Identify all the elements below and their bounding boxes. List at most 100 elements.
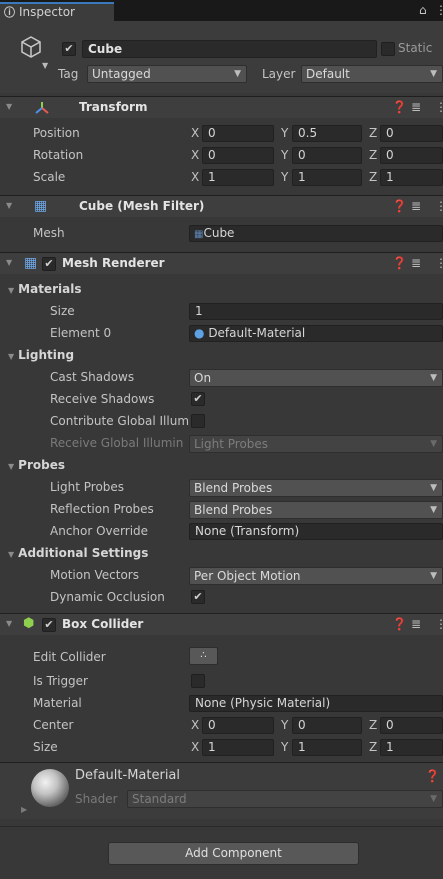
foldout-arrow-icon[interactable]: ▼ bbox=[6, 201, 12, 210]
help-icon[interactable]: ❓ bbox=[392, 100, 407, 114]
foldout-arrow-icon[interactable]: ▼ bbox=[6, 102, 12, 111]
light-probes-dropdown[interactable]: Blend Probes ▼ bbox=[189, 479, 443, 497]
cast-shadows-label: Cast Shadows bbox=[50, 370, 135, 384]
transform-header[interactable]: ▼ Transform ❓ ≣ ⋮ bbox=[0, 96, 443, 118]
icon-dropdown-arrow-icon[interactable]: ▼ bbox=[42, 61, 48, 70]
help-icon[interactable]: ❓ bbox=[392, 199, 407, 213]
box-collider-header[interactable]: ▼ ⬢ ✔ Box Collider ❓ ≣ ⋮ bbox=[0, 613, 443, 635]
axis-y-label[interactable]: Y bbox=[281, 148, 288, 162]
layer-dropdown[interactable]: Default ▼ bbox=[301, 65, 443, 83]
mesh-renderer-header[interactable]: ▼ ▦ ✔ Mesh Renderer ❓ ≣ ⋮ bbox=[0, 252, 443, 274]
kebab-menu-icon[interactable]: ⋮ bbox=[435, 199, 443, 213]
help-icon[interactable]: ❓ bbox=[392, 617, 407, 631]
is-trigger-checkbox[interactable] bbox=[191, 674, 205, 688]
position-z-field[interactable]: 0 bbox=[380, 125, 443, 142]
scale-x-field[interactable]: 1 bbox=[202, 169, 274, 186]
contribute-gi-checkbox[interactable] bbox=[191, 414, 205, 428]
preset-icon[interactable]: ≣ bbox=[411, 199, 421, 213]
physic-material-field[interactable]: None (Physic Material) bbox=[189, 695, 443, 712]
position-y-field[interactable]: 0.5 bbox=[292, 125, 362, 142]
kebab-menu-icon[interactable]: ⋮ bbox=[435, 3, 443, 17]
chevron-down-icon: ▼ bbox=[430, 439, 437, 449]
probes-foldout[interactable]: ▼ Probes bbox=[8, 458, 65, 472]
layer-label: Layer bbox=[262, 67, 296, 81]
receive-gi-value: Light Probes bbox=[194, 437, 269, 451]
axis-y-label[interactable]: Y bbox=[281, 740, 288, 754]
reflection-probes-value: Blend Probes bbox=[194, 503, 273, 517]
mesh-object-field[interactable]: ▦Cube bbox=[189, 225, 443, 242]
axis-z-label[interactable]: Z bbox=[369, 148, 377, 162]
cast-shadows-value: On bbox=[194, 371, 212, 385]
additional-settings-foldout[interactable]: ▼ Additional Settings bbox=[8, 546, 148, 560]
mesh-filter-header[interactable]: ▼ ▦ Cube (Mesh Filter) ❓ ≣ ⋮ bbox=[0, 195, 443, 217]
kebab-menu-icon[interactable]: ⋮ bbox=[435, 617, 443, 631]
mesh-renderer-enabled-checkbox[interactable]: ✔ bbox=[42, 257, 56, 271]
chevron-down-icon: ▼ bbox=[430, 505, 437, 515]
chevron-down-icon: ▼ bbox=[430, 483, 437, 493]
shader-value: Standard bbox=[132, 792, 187, 806]
axis-x-label[interactable]: X bbox=[191, 718, 199, 732]
lighting-foldout[interactable]: ▼ Lighting bbox=[8, 348, 74, 362]
mesh-value: Cube bbox=[203, 226, 235, 240]
static-label: Static bbox=[398, 41, 433, 55]
axis-y-label[interactable]: Y bbox=[281, 718, 288, 732]
size-x-field[interactable]: 1 bbox=[202, 739, 274, 756]
axis-x-label[interactable]: X bbox=[191, 170, 199, 184]
axis-z-label[interactable]: Z bbox=[369, 740, 377, 754]
chevron-down-icon: ▼ bbox=[234, 69, 241, 79]
axis-z-label[interactable]: Z bbox=[369, 718, 377, 732]
rotation-z-field[interactable]: 0 bbox=[380, 147, 443, 164]
reflection-probes-label: Reflection Probes bbox=[50, 502, 154, 516]
object-name-field[interactable]: Cube bbox=[82, 40, 377, 58]
axis-z-label[interactable]: Z bbox=[369, 170, 377, 184]
center-y-field[interactable]: 0 bbox=[292, 717, 362, 734]
transform-icon bbox=[35, 102, 49, 114]
center-z-field[interactable]: 0 bbox=[380, 717, 443, 734]
static-checkbox[interactable] bbox=[381, 42, 395, 56]
axis-x-label[interactable]: X bbox=[191, 126, 199, 140]
axis-x-label[interactable]: X bbox=[191, 148, 199, 162]
active-checkbox[interactable]: ✔ bbox=[62, 42, 76, 56]
size-z-field[interactable]: 1 bbox=[380, 739, 443, 756]
materials-foldout[interactable]: ▼ Materials bbox=[8, 282, 81, 296]
foldout-arrow-icon[interactable]: ▼ bbox=[6, 619, 12, 628]
axis-y-label[interactable]: Y bbox=[281, 170, 288, 184]
add-component-button[interactable]: Add Component bbox=[108, 842, 359, 865]
motion-vectors-dropdown[interactable]: Per Object Motion ▼ bbox=[189, 567, 443, 585]
center-x-field[interactable]: 0 bbox=[202, 717, 274, 734]
box-collider-enabled-checkbox[interactable]: ✔ bbox=[42, 618, 56, 632]
element0-object-field[interactable]: ● Default-Material bbox=[189, 325, 443, 342]
preset-icon[interactable]: ≣ bbox=[411, 100, 421, 114]
axis-z-label[interactable]: Z bbox=[369, 126, 377, 140]
preset-icon[interactable]: ≣ bbox=[411, 617, 421, 631]
rotation-x-field[interactable]: 0 bbox=[202, 147, 274, 164]
edit-collider-button[interactable]: ∴ bbox=[189, 647, 218, 665]
materials-size-field[interactable]: 1 bbox=[189, 303, 443, 320]
dynamic-occlusion-checkbox[interactable]: ✔ bbox=[191, 590, 205, 604]
rotation-label: Rotation bbox=[33, 148, 84, 162]
preset-icon[interactable]: ≣ bbox=[411, 256, 421, 270]
foldout-arrow-icon: ▼ bbox=[8, 286, 15, 295]
foldout-arrow-icon[interactable]: ▶ bbox=[21, 805, 27, 814]
cast-shadows-dropdown[interactable]: On ▼ bbox=[189, 369, 443, 387]
rotation-y-field[interactable]: 0 bbox=[292, 147, 362, 164]
shader-dropdown: Standard ▼ bbox=[127, 790, 443, 808]
reflection-probes-dropdown[interactable]: Blend Probes ▼ bbox=[189, 501, 443, 519]
help-icon[interactable]: ❓ bbox=[392, 256, 407, 270]
kebab-menu-icon[interactable]: ⋮ bbox=[435, 100, 443, 114]
material-label: Material bbox=[33, 696, 82, 710]
axis-x-label[interactable]: X bbox=[191, 740, 199, 754]
help-icon[interactable]: ❓ bbox=[425, 769, 440, 783]
position-x-field[interactable]: 0 bbox=[202, 125, 274, 142]
tag-dropdown[interactable]: Untagged ▼ bbox=[87, 65, 247, 83]
receive-shadows-checkbox[interactable]: ✔ bbox=[191, 392, 205, 406]
scale-y-field[interactable]: 1 bbox=[292, 169, 362, 186]
foldout-arrow-icon[interactable]: ▼ bbox=[6, 258, 12, 267]
anchor-override-field[interactable]: None (Transform) bbox=[189, 523, 443, 540]
axis-y-label[interactable]: Y bbox=[281, 126, 288, 140]
kebab-menu-icon[interactable]: ⋮ bbox=[435, 256, 443, 270]
lock-icon[interactable]: ⌂ bbox=[419, 3, 427, 17]
scale-z-field[interactable]: 1 bbox=[380, 169, 443, 186]
tab-inspector[interactable]: ⓘ Inspector bbox=[0, 2, 114, 21]
size-y-field[interactable]: 1 bbox=[292, 739, 362, 756]
